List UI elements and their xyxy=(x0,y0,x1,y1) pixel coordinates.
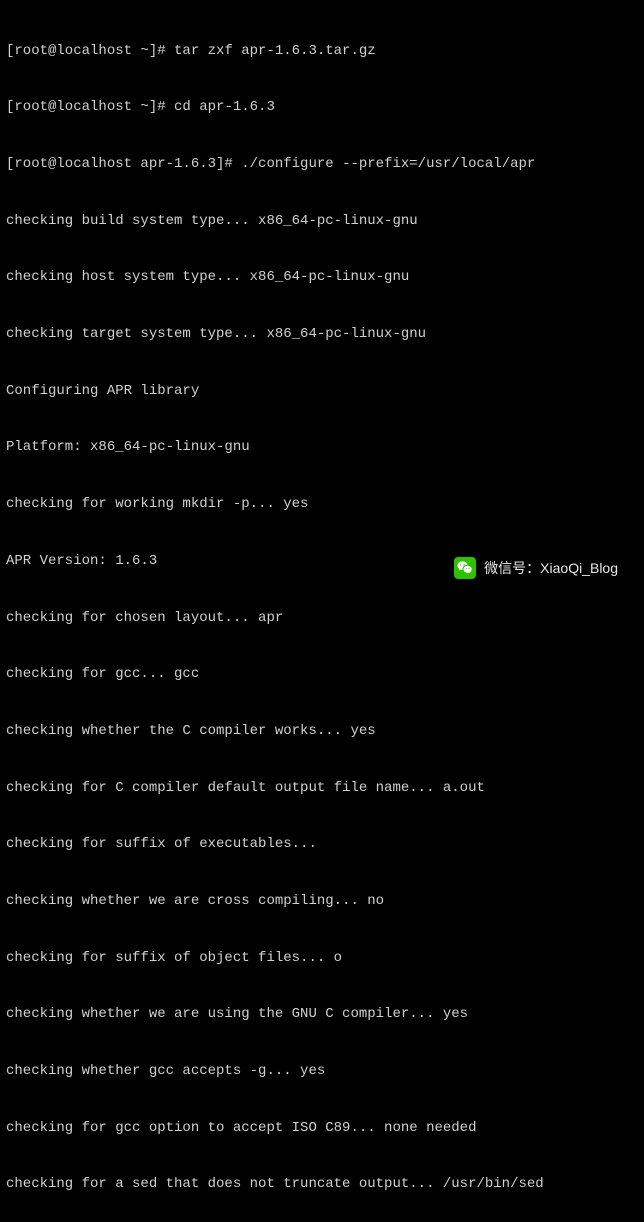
output-line: checking whether we are using the GNU C … xyxy=(6,1005,638,1024)
output-line: checking for a sed that does not truncat… xyxy=(6,1175,638,1194)
shell-prompt: [root@localhost apr-1.6.3]# xyxy=(6,156,241,172)
prompt-line: [root@localhost ~]# cd apr-1.6.3 xyxy=(6,98,638,117)
wechat-icon xyxy=(454,557,476,579)
shell-prompt: [root@localhost ~]# xyxy=(6,43,174,59)
watermark-label: 微信号：XiaoQi_Blog xyxy=(484,559,618,578)
output-line: checking for gcc option to accept ISO C8… xyxy=(6,1119,638,1138)
output-line: checking for chosen layout... apr xyxy=(6,609,638,628)
prompt-line: [root@localhost ~]# tar zxf apr-1.6.3.ta… xyxy=(6,42,638,61)
output-line: checking for C compiler default output f… xyxy=(6,779,638,798)
prompt-line: [root@localhost apr-1.6.3]# ./configure … xyxy=(6,155,638,174)
shell-command: cd apr-1.6.3 xyxy=(174,99,275,115)
shell-prompt: [root@localhost ~]# xyxy=(6,99,174,115)
output-line: checking whether the C compiler works...… xyxy=(6,722,638,741)
output-line: Platform: x86_64-pc-linux-gnu xyxy=(6,438,638,457)
output-line: checking whether we are cross compiling.… xyxy=(6,892,638,911)
output-line: checking for gcc... gcc xyxy=(6,665,638,684)
watermark: 微信号：XiaoQi_Blog xyxy=(448,555,624,581)
shell-command: ./configure --prefix=/usr/local/apr xyxy=(241,156,535,172)
output-line: checking for suffix of object files... o xyxy=(6,949,638,968)
output-line: checking for suffix of executables... xyxy=(6,835,638,854)
output-line: checking host system type... x86_64-pc-l… xyxy=(6,268,638,287)
output-line: checking build system type... x86_64-pc-… xyxy=(6,212,638,231)
output-line: Configuring APR library xyxy=(6,382,638,401)
shell-command: tar zxf apr-1.6.3.tar.gz xyxy=(174,43,376,59)
terminal-output: [root@localhost ~]# tar zxf apr-1.6.3.ta… xyxy=(6,4,638,1222)
output-line: checking target system type... x86_64-pc… xyxy=(6,325,638,344)
output-line: checking whether gcc accepts -g... yes xyxy=(6,1062,638,1081)
output-line: checking for working mkdir -p... yes xyxy=(6,495,638,514)
